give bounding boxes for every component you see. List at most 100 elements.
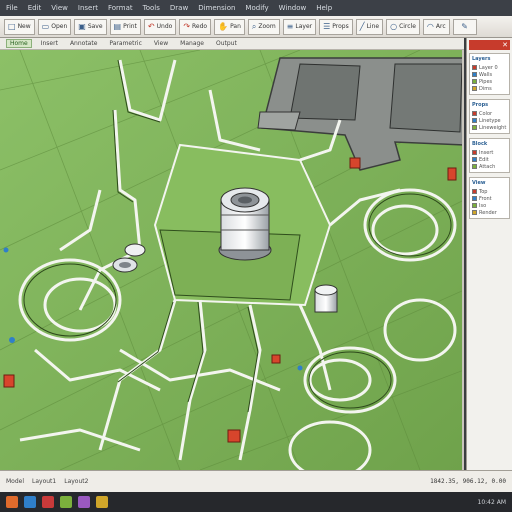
tool-button[interactable]: ✎ (452, 18, 477, 35)
tab-insert[interactable]: Insert (38, 40, 61, 47)
button-label: Line (366, 23, 380, 30)
menu-item-help[interactable]: Help (316, 4, 332, 12)
tool-icon: ✎ (461, 22, 468, 31)
panel-row[interactable]: Walls (472, 71, 507, 78)
coordinate-readout: 1842.35, 906.12, 0.00 (430, 478, 506, 485)
close-icon[interactable]: ✕ (502, 41, 508, 49)
slab-panel (389, 63, 462, 133)
button-label: Open (51, 23, 68, 30)
open-button[interactable]: ▭ Open (37, 18, 72, 35)
main-toolbar: □ New ▭ Open ▣ Save ▤ Print ↶ Undo ↷ Redo ✋ Pan ⌕ Zoom ≡… (0, 16, 512, 38)
tab-manage[interactable]: Manage (177, 40, 207, 47)
redo-button[interactable]: ↷ Redo (179, 18, 212, 35)
menu-item-tools[interactable]: Tools (143, 4, 160, 12)
tab-home[interactable]: Home (6, 39, 32, 48)
row-label: Linetype (479, 117, 501, 124)
panel-row[interactable]: Iso (472, 202, 507, 209)
button-label: Undo (156, 23, 173, 30)
menu-item-draw[interactable]: Draw (170, 4, 188, 12)
layout-tab-model[interactable]: Model (6, 478, 24, 485)
new-button[interactable]: □ New (4, 18, 35, 35)
panel-row[interactable]: Linetype (472, 117, 507, 124)
menu-item-file[interactable]: File (6, 4, 18, 12)
color-swatch (472, 111, 477, 116)
layer-button[interactable]: ≡ Layer (282, 18, 317, 35)
properties-panel: ✕ Layers Layer 0 Walls Pipes Dims Props Color L… (466, 38, 512, 470)
menu-item-window[interactable]: Window (279, 4, 307, 12)
color-swatch (472, 157, 477, 162)
button-label: Print (123, 23, 137, 30)
panel-section-block: Block Insert Edit Attach (469, 138, 510, 173)
tab-output[interactable]: Output (213, 40, 240, 47)
save-icon: ▣ (78, 22, 86, 31)
row-label: Dims (479, 85, 492, 92)
menu-bar: File Edit View Insert Format Tools Draw Dimensi… (0, 0, 512, 16)
panel-row[interactable]: Layer 0 (472, 64, 507, 71)
taskbar-app-icon[interactable] (78, 496, 90, 508)
arc-button[interactable]: ◠ Arc (422, 18, 450, 35)
menu-item-dimension[interactable]: Dimension (198, 4, 235, 12)
taskbar-app-icon[interactable] (60, 496, 72, 508)
arc-icon: ◠ (426, 22, 434, 31)
button-label: Circle (399, 23, 416, 30)
drawing-viewport[interactable] (0, 50, 464, 470)
pan-button[interactable]: ✋ Pan (214, 18, 245, 35)
print-button[interactable]: ▤ Print (109, 18, 141, 35)
panel-row[interactable]: Insert (472, 149, 507, 156)
color-swatch (472, 79, 477, 84)
row-label: Layer 0 (479, 64, 498, 71)
circle-icon: ○ (390, 22, 398, 31)
panel-row[interactable]: Top (472, 188, 507, 195)
status-bar: Model Layout1 Layout2 1842.35, 906.12, 0.00 (0, 470, 512, 492)
menu-item-format[interactable]: Format (108, 4, 133, 12)
section-title: Block (472, 141, 488, 147)
save-button[interactable]: ▣ Save (74, 18, 107, 35)
tab-annotate[interactable]: Annotate (67, 40, 100, 47)
row-label: Pipes (479, 78, 493, 85)
hand-icon: ✋ (218, 22, 229, 31)
panel-row[interactable]: Attach (472, 163, 507, 170)
circle-button[interactable]: ○ Circle (386, 18, 420, 35)
menu-item-modify[interactable]: Modify (245, 4, 268, 12)
menu-item-edit[interactable]: Edit (28, 4, 42, 12)
layout-tab-layout1[interactable]: Layout1 (32, 478, 56, 485)
menu-item-view[interactable]: View (51, 4, 68, 12)
section-title: Props (472, 102, 489, 108)
panel-row[interactable]: Front (472, 195, 507, 202)
color-swatch (472, 203, 477, 208)
taskbar-app-icon[interactable] (24, 496, 36, 508)
panel-row[interactable]: Pipes (472, 78, 507, 85)
print-icon: ▤ (113, 22, 122, 31)
zoom-icon: ⌕ (251, 21, 257, 31)
menu-item-insert[interactable]: Insert (78, 4, 98, 12)
tab-parametric[interactable]: Parametric (106, 40, 145, 47)
color-swatch (472, 196, 477, 201)
folder-icon: ▭ (41, 22, 50, 31)
layout-tab-layout2[interactable]: Layout2 (64, 478, 88, 485)
panel-row[interactable]: Edit (472, 156, 507, 163)
line-icon: ╱ (359, 22, 365, 31)
color-swatch (472, 65, 477, 70)
panel-row[interactable]: Dims (472, 85, 507, 92)
color-swatch (472, 118, 477, 123)
undo-button[interactable]: ↶ Undo (143, 18, 177, 35)
button-label: New (17, 23, 31, 30)
taskbar-app-icon[interactable] (96, 496, 108, 508)
panel-row[interactable]: Color (472, 110, 507, 117)
clock: 10:42 AM (477, 498, 506, 506)
color-swatch (472, 150, 477, 155)
zoom-button[interactable]: ⌕ Zoom (247, 18, 280, 35)
panel-row[interactable]: Render (472, 209, 507, 216)
taskbar-app-icon[interactable] (6, 496, 18, 508)
row-label: Insert (479, 149, 494, 156)
redo-icon: ↷ (183, 22, 191, 31)
props-button[interactable]: ☰ Props (319, 18, 353, 35)
panel-header: ✕ (469, 40, 510, 50)
tab-view[interactable]: View (151, 40, 171, 47)
panel-row[interactable]: Lineweight (472, 124, 507, 131)
cad-drawing[interactable] (0, 50, 464, 470)
taskbar-app-icon[interactable] (42, 496, 54, 508)
panel-section-layers: Layers Layer 0 Walls Pipes Dims (469, 53, 510, 95)
row-label: Attach (479, 163, 496, 170)
line-button[interactable]: ╱ Line (355, 18, 384, 35)
